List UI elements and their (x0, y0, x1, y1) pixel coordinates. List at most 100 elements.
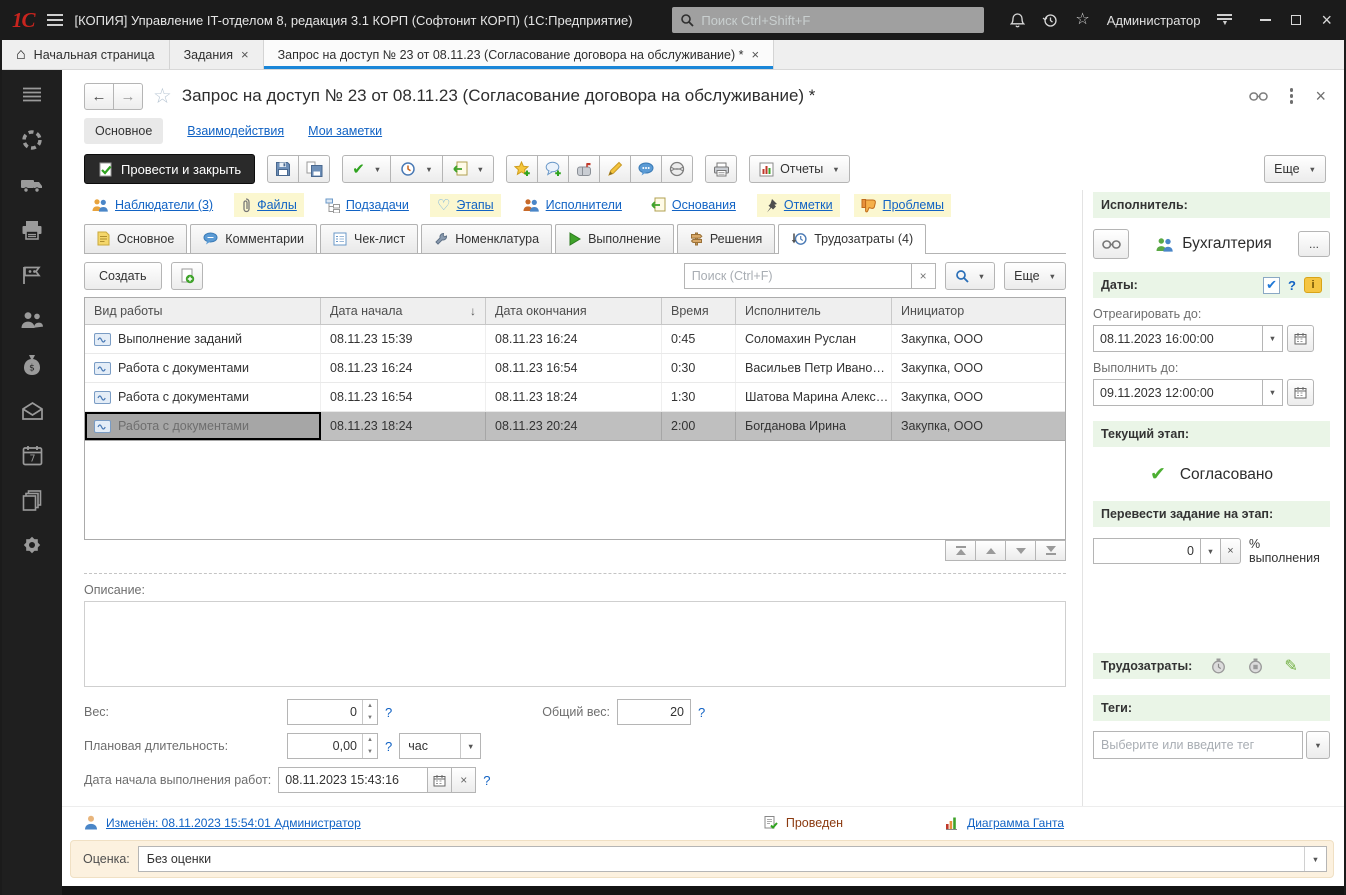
total-weight-input[interactable] (617, 699, 691, 725)
copy-link-icon[interactable] (1249, 91, 1268, 102)
tab-home[interactable]: ⌂ Начальная страница (2, 40, 170, 69)
go-next-row-icon[interactable] (1005, 540, 1036, 561)
step-down-icon[interactable]: ▼ (363, 712, 377, 724)
clear-search-icon[interactable]: × (911, 263, 936, 289)
search-options-button[interactable]: ▼ (945, 262, 995, 290)
duration-unit-select[interactable]: час ▼ (399, 733, 481, 759)
form-more-button[interactable]: Еще▼ (1264, 155, 1326, 183)
post-and-close-button[interactable]: Провести и закрыть (84, 154, 255, 184)
tab-nomenclature[interactable]: Номенклатура (421, 224, 552, 253)
tab-main[interactable]: Основное (84, 224, 187, 253)
total-weight-help[interactable]: ? (698, 705, 705, 720)
tab-close-icon[interactable]: × (752, 47, 760, 62)
col-executor[interactable]: Исполнитель (736, 298, 892, 324)
nav-back-icon[interactable]: ← (84, 83, 114, 110)
mailbox-button[interactable] (568, 155, 600, 183)
create-new-record-icon-button[interactable] (171, 262, 203, 290)
sidebar-budget-icon[interactable]: $ (20, 353, 44, 377)
executor-link-icon-button[interactable] (1093, 229, 1129, 259)
sidebar-mail-icon[interactable] (20, 398, 44, 422)
table-search-input[interactable] (684, 263, 912, 289)
edit-labor-pencil-icon[interactable]: ✎ (1284, 656, 1297, 676)
sidebar-calendar-icon[interactable]: 7 (20, 443, 44, 467)
sidebar-menu-icon[interactable] (20, 83, 44, 107)
notifications-bell-icon[interactable] (1010, 12, 1025, 28)
link-watchers[interactable]: Наблюдатели (3) (84, 194, 220, 216)
calendar-icon[interactable] (427, 767, 452, 793)
col-time[interactable]: Время (662, 298, 736, 324)
link-executors[interactable]: Исполнители (515, 194, 629, 216)
more-menu-kebab-icon[interactable] (1290, 88, 1294, 104)
link-stages[interactable]: ♡ Этапы (430, 194, 501, 217)
stopwatch-stop-icon[interactable] (1247, 658, 1264, 674)
clear-percent-icon[interactable]: × (1220, 538, 1241, 564)
maximize-icon[interactable] (1291, 15, 1301, 25)
link-problems[interactable]: Проблемы (854, 194, 951, 217)
choose-executor-button[interactable]: ... (1298, 231, 1330, 257)
reports-dropdown-button[interactable]: Отчеты▼ (749, 155, 850, 183)
col-initiator[interactable]: Инициатор (892, 298, 1065, 324)
sidebar-documents-icon[interactable] (20, 488, 44, 512)
table-row[interactable]: Работа с документами 08.11.23 16:54 08.1… (85, 383, 1065, 412)
duration-help[interactable]: ? (385, 739, 392, 754)
sidebar-settings-gear-icon[interactable] (20, 533, 44, 557)
col-start-date[interactable]: Дата начала↓ (321, 298, 486, 324)
calendar-icon[interactable] (1287, 379, 1314, 406)
clear-date-icon[interactable]: × (451, 767, 476, 793)
go-prev-row-icon[interactable] (975, 540, 1006, 561)
col-work-type[interactable]: Вид работы (85, 298, 321, 324)
tab-execution[interactable]: Выполнение (555, 224, 674, 253)
tab-decisions[interactable]: Решения (677, 224, 775, 253)
dates-help[interactable]: ? (1288, 278, 1296, 293)
create-button[interactable]: Создать (84, 262, 162, 290)
tab-tasks[interactable]: Задания × (170, 40, 264, 69)
rating-select[interactable]: Без оценки ▼ (138, 846, 1327, 872)
save-copy-button[interactable] (298, 155, 330, 183)
react-until-input[interactable] (1093, 325, 1263, 352)
table-row[interactable]: Выполнение заданий 08.11.23 15:39 08.11.… (85, 325, 1065, 354)
current-user[interactable]: Администратор (1107, 13, 1201, 28)
chevron-down-icon[interactable]: ▼ (1262, 379, 1283, 406)
close-form-icon[interactable]: × (1315, 87, 1326, 105)
calendar-icon[interactable] (1287, 325, 1314, 352)
table-row[interactable]: Работа с документами 08.11.23 16:24 08.1… (85, 354, 1065, 383)
add-comment-button[interactable] (537, 155, 569, 183)
navtab-main[interactable]: Основное (84, 118, 163, 144)
link-bases[interactable]: Основания (643, 193, 743, 217)
add-favorite-star-button[interactable] (506, 155, 538, 183)
step-down-icon[interactable]: ▼ (363, 746, 377, 758)
link-marks[interactable]: Отметки (757, 194, 840, 217)
main-menu-icon[interactable] (47, 14, 63, 26)
duration-input[interactable] (288, 734, 362, 758)
info-icon[interactable]: i (1304, 277, 1322, 293)
related-tasks-button[interactable] (661, 155, 693, 183)
marker-pen-button[interactable] (599, 155, 631, 183)
modified-link[interactable]: Изменён: 08.11.2023 15:54:01 Администрат… (106, 816, 361, 830)
table-row-selected[interactable]: Работа с документами 08.11.23 18:24 08.1… (85, 412, 1065, 441)
chevron-down-icon[interactable]: ▼ (1306, 731, 1330, 759)
tags-input[interactable] (1093, 731, 1303, 759)
link-subtasks[interactable]: Подзадачи (318, 194, 416, 217)
global-search[interactable] (672, 7, 984, 33)
sidebar-employees-icon[interactable] (20, 308, 44, 332)
go-first-row-icon[interactable] (945, 540, 976, 561)
tab-access-request[interactable]: Запрос на доступ № 23 от 08.11.23 (Согла… (264, 40, 774, 69)
navtab-interactions[interactable]: Взаимодействия (187, 124, 284, 138)
executor-value[interactable]: Бухгалтерия (1182, 235, 1272, 253)
work-start-help[interactable]: ? (483, 773, 490, 788)
weight-help[interactable]: ? (385, 705, 392, 720)
discussion-bubble-button[interactable] (630, 155, 662, 183)
due-input[interactable] (1093, 379, 1263, 406)
tab-comments[interactable]: Комментарии (190, 224, 317, 253)
step-up-icon[interactable]: ▲ (363, 700, 377, 712)
percent-input[interactable] (1093, 538, 1201, 564)
sidebar-printer-icon[interactable] (20, 218, 44, 242)
tab-checklist[interactable]: Чек-лист (320, 224, 418, 253)
col-end-date[interactable]: Дата окончания (486, 298, 662, 324)
table-more-button[interactable]: Еще▼ (1004, 262, 1066, 290)
gantt-link[interactable]: Диаграмма Ганта (967, 816, 1064, 830)
step-up-icon[interactable]: ▲ (363, 734, 377, 746)
chevron-down-icon[interactable]: ▼ (1200, 538, 1221, 564)
sidebar-map-flag-icon[interactable] (20, 263, 44, 287)
approve-check-dropdown[interactable]: ✔▼ (342, 155, 391, 183)
